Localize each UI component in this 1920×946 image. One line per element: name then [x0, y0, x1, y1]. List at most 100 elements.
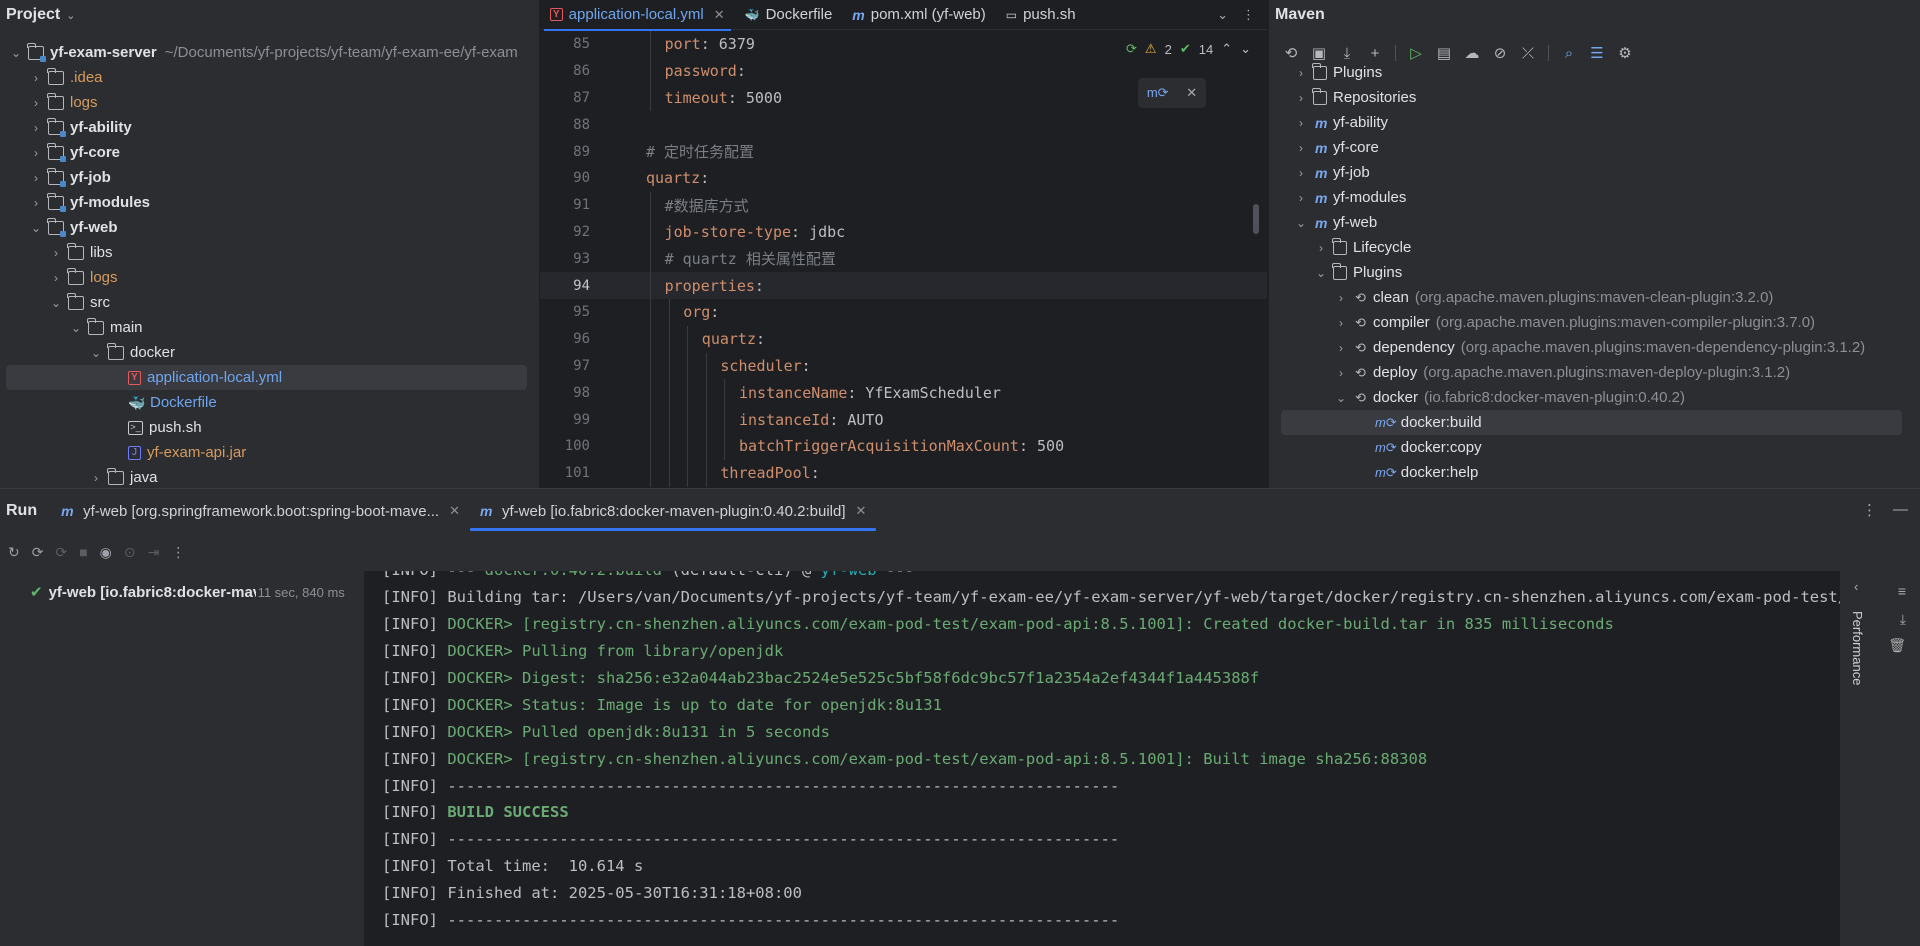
maven-tree-row[interactable]: ⌄ m yf-web	[1269, 210, 1920, 235]
maven-tree-row[interactable]: m⟳ docker:copy	[1269, 435, 1920, 460]
close-icon[interactable]: ✕	[1186, 85, 1197, 101]
maven-tree-row[interactable]: › ⟲ clean (org.apache.maven.plugins:maven-c…	[1269, 285, 1920, 310]
chevron-down-icon[interactable]: ⌄	[28, 221, 44, 235]
project-tree-row[interactable]: › yf-core	[0, 140, 539, 165]
chevron-down-icon[interactable]: ⌄	[66, 9, 75, 22]
chevron-right-icon[interactable]: ›	[48, 271, 64, 285]
toggle-auto-test-icon[interactable]: ⟳	[55, 544, 67, 561]
chevron-right-icon[interactable]: ›	[48, 246, 64, 260]
chevron-down-icon[interactable]: ⌄	[1217, 7, 1228, 22]
code-line[interactable]: 98 instanceName: YfExamScheduler	[540, 379, 1267, 407]
chevron-right-icon[interactable]: ›	[1293, 166, 1309, 180]
code-line[interactable]: 100 batchTriggerAcquisitionMaxCount: 500	[540, 432, 1267, 460]
code-line[interactable]: 92 job-store-type: jdbc	[540, 218, 1267, 246]
next-highlight-icon[interactable]: ⌄	[1240, 41, 1251, 57]
project-tree-row[interactable]: Yapplication-local.yml	[6, 365, 527, 390]
code-line[interactable]: 93 # quartz 相关属性配置	[540, 245, 1267, 273]
maven-tree-row[interactable]: › m yf-ability	[1269, 110, 1920, 135]
code-line[interactable]: 89 # 定时任务配置	[540, 138, 1267, 165]
maven-tree-row[interactable]: › m yf-core	[1269, 135, 1920, 160]
project-tree-row[interactable]: › yf-job	[0, 165, 539, 190]
project-tree-row[interactable]: › .idea	[0, 65, 539, 90]
rerun-failed-icon[interactable]: ⟳	[32, 544, 44, 561]
minimize-icon[interactable]: —	[1893, 501, 1908, 519]
chevron-right-icon[interactable]: ›	[1293, 191, 1309, 205]
download-icon[interactable]: ⤓	[1339, 45, 1355, 62]
code-line[interactable]: 101 threadPool:	[540, 459, 1267, 487]
maven-tree-row[interactable]: › m yf-modules	[1269, 185, 1920, 210]
analyze-icon[interactable]: ⌕	[1561, 45, 1577, 62]
project-tree-row[interactable]: › libs	[0, 240, 539, 265]
project-tree-row[interactable]: ⌄ docker	[0, 340, 539, 365]
maven-tree-row[interactable]: ⌄ Plugins	[1269, 260, 1920, 285]
chevron-right-icon[interactable]: ›	[1293, 66, 1309, 80]
project-tree-row[interactable]: ⌄ src	[0, 290, 539, 315]
chevron-right-icon[interactable]: ›	[28, 146, 44, 160]
performance-tab[interactable]: Performance	[1850, 611, 1865, 685]
chevron-right-icon[interactable]: ›	[1293, 141, 1309, 155]
export-icon[interactable]: ⇥	[148, 544, 160, 561]
maven-tree-row[interactable]: › ⟲ dependency (org.apache.maven.plugins:ma…	[1269, 335, 1920, 360]
show-view-icon[interactable]: ◉	[100, 544, 112, 561]
run-tab[interactable]: m yf-web [io.fabric8:docker-maven-plugin:…	[470, 489, 877, 533]
run-tree-node[interactable]: ✔ yf-web [io.fabric8:docker-maven-plugin…	[30, 583, 360, 602]
ai-assist-icon[interactable]: ⟳	[1126, 41, 1137, 57]
project-tree-row[interactable]: 🐳 Dockerfile	[0, 390, 539, 415]
more-icon[interactable]: ⋮	[171, 544, 185, 561]
soft-wrap-icon[interactable]: ≡	[1898, 583, 1906, 599]
rerun-icon[interactable]: ↻	[8, 544, 20, 561]
project-tree-row[interactable]: Jyf-exam-api.jar	[0, 440, 539, 465]
collapse-icon[interactable]: ⤫	[1520, 45, 1536, 62]
chevron-right-icon[interactable]: ›	[1333, 291, 1349, 305]
code-line[interactable]: 99 instanceId: AUTO	[540, 406, 1267, 433]
inspection-widget[interactable]: ⟳ ⚠ 2 ✔ 14 ⌃ ⌄	[1126, 41, 1251, 57]
chevron-right-icon[interactable]: ›	[1333, 366, 1349, 380]
chevron-down-icon[interactable]: ⌄	[1293, 216, 1309, 230]
project-tree-row[interactable]: › java	[0, 465, 539, 490]
chevron-right-icon[interactable]: ›	[1313, 241, 1329, 255]
stop-icon[interactable]: ■	[79, 544, 87, 560]
add-icon[interactable]: +	[1367, 45, 1383, 62]
chevron-down-icon[interactable]: ⌄	[88, 346, 104, 360]
code-line[interactable]: 91 #数据库方式	[540, 191, 1267, 219]
maven-reload-icon[interactable]: m⟳	[1147, 85, 1169, 101]
console-output[interactable]: [INFO] --- docker:0.40.2:build (default-…	[364, 571, 1840, 946]
maven-tree-row[interactable]: ⌄ ⟲ docker (io.fabric8:docker-maven-plugin:…	[1269, 385, 1920, 410]
close-icon[interactable]: ✕	[714, 7, 725, 23]
chevron-right-icon[interactable]: ›	[28, 196, 44, 210]
chevron-down-icon[interactable]: ⌄	[48, 296, 64, 310]
maven-tree-row[interactable]: › Repositories	[1269, 85, 1920, 110]
project-tree-row[interactable]: › yf-modules	[0, 190, 539, 215]
close-icon[interactable]: ✕	[856, 503, 867, 519]
project-tree-row[interactable]: ⌄ yf-web	[0, 215, 539, 240]
chevron-down-icon[interactable]: ⌄	[1313, 266, 1329, 280]
camera-icon[interactable]: ⊙	[124, 544, 136, 561]
chevron-right-icon[interactable]: ›	[28, 171, 44, 185]
maven-tree-row[interactable]: m⟳ docker:build	[1281, 410, 1902, 435]
code-line[interactable]: 90 quartz:	[540, 165, 1267, 192]
editor-scrollbar[interactable]	[1253, 204, 1259, 234]
code-line[interactable]: 97 scheduler:	[540, 352, 1267, 380]
maven-tree-row[interactable]: › ⟲ deploy (org.apache.maven.plugins:maven-…	[1269, 360, 1920, 385]
trash-icon[interactable]: 🗑	[1888, 637, 1906, 654]
chevron-right-icon[interactable]: ›	[1293, 91, 1309, 105]
project-panel-header[interactable]: Project ⌄	[0, 0, 539, 30]
code-line[interactable]: 96 quartz:	[540, 325, 1267, 353]
run-tab[interactable]: m yf-web [org.springframework.boot:spring…	[51, 489, 470, 533]
maven-tree-row[interactable]: › Lifecycle	[1269, 235, 1920, 260]
project-tree-row[interactable]: ⌄ main	[0, 315, 539, 340]
project-tree-row[interactable]: >_ push.sh	[0, 415, 539, 440]
maven-tree-row[interactable]: › Plugins	[1269, 60, 1920, 85]
editor-tab[interactable]: m pom.xml (yf-web)	[842, 0, 995, 30]
chevron-right-icon[interactable]: ›	[1333, 316, 1349, 330]
editor-tab[interactable]: ▭ push.sh	[996, 0, 1086, 30]
project-tree-row[interactable]: ⌄ yf-exam-server ~/Documents/yf-projects/y…	[0, 40, 539, 65]
chevron-down-icon[interactable]: ⌄	[68, 321, 84, 335]
chevron-right-icon[interactable]: ›	[1333, 341, 1349, 355]
chevron-down-icon[interactable]: ⌄	[1333, 391, 1349, 405]
chevron-right-icon[interactable]: ›	[1293, 116, 1309, 130]
scroll-to-end-icon[interactable]: ⤓	[1900, 611, 1906, 628]
chevron-right-icon[interactable]: ›	[28, 96, 44, 110]
maven-tree-row[interactable]: › ⟲ compiler (org.apache.maven.plugins:mave…	[1269, 310, 1920, 335]
more-options-icon[interactable]: ⋮	[1862, 501, 1877, 519]
